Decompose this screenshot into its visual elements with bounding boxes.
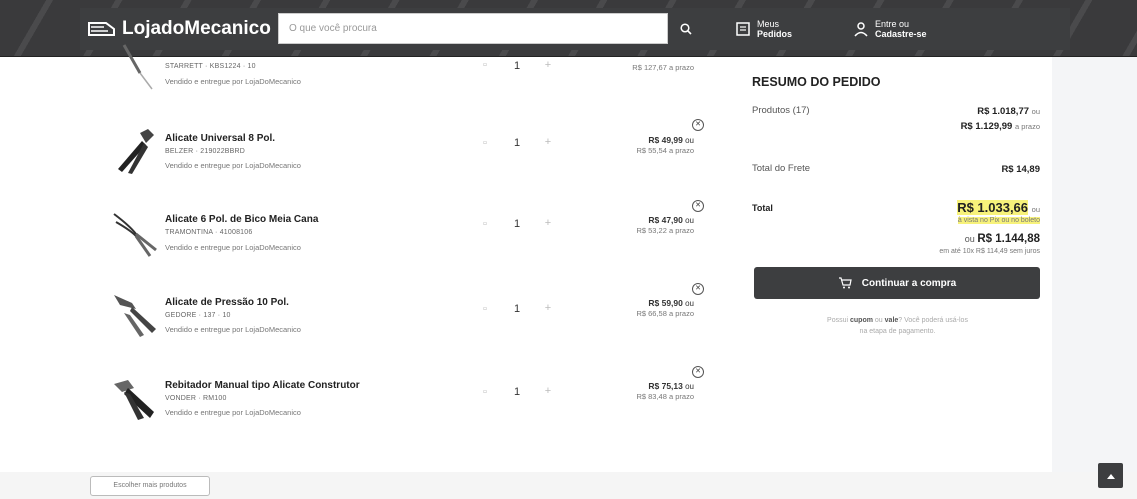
total-installment-note: em até 10x R$ 114,49 sem juros	[939, 248, 1040, 255]
qty-value[interactable]: 1	[510, 303, 524, 315]
product-price-installment: R$ 53,22 a prazo	[636, 226, 694, 235]
products-label: Produtos (17)	[752, 105, 810, 116]
product-price: R$ 59,90 ou	[648, 298, 694, 308]
remove-item-icon[interactable]: ✕	[692, 200, 704, 212]
coupon-hint: Possui cupom ou vale? Você poderá usá-lo…	[827, 317, 968, 335]
price-or: ou	[685, 216, 694, 225]
product-price-installment: R$ 83,48 a prazo	[636, 392, 694, 401]
cart-item: Alicate 6 Pol. de Bico Meia Cana TRAMONT…	[0, 198, 720, 278]
remove-item-icon[interactable]: ✕	[692, 283, 704, 295]
products-value: R$ 1.018,77 ou	[977, 106, 1040, 117]
price-or: ou	[685, 382, 694, 391]
total-alt: ou R$ 1.144,88	[964, 233, 1040, 245]
account-line2: Cadastre-se	[875, 29, 927, 39]
my-orders-link[interactable]: Meus Pedidos	[735, 19, 792, 39]
total-note: à vista no Pix ou no boleto	[957, 217, 1040, 224]
choose-more-products-button[interactable]: Escolher mais produtos	[90, 476, 210, 496]
price-or: ou	[685, 299, 694, 308]
qty-decrease-button[interactable]: ▫	[478, 218, 492, 234]
account-line1: Entre ou	[875, 19, 910, 29]
price-or: ou	[685, 136, 694, 145]
product-seller: Vendido e entregue por LojaDoMecanico	[165, 161, 301, 170]
product-price: R$ 75,13 ou	[648, 381, 694, 391]
qty-increase-button[interactable]: +	[541, 59, 555, 75]
qty-value[interactable]: 1	[510, 386, 524, 398]
product-sku: STARRETT · KBS1224 · 10	[165, 63, 256, 70]
product-name[interactable]: Alicate 6 Pol. de Bico Meia Cana	[165, 214, 318, 225]
summary-title: RESUMO DO PEDIDO	[752, 75, 881, 89]
continue-purchase-button[interactable]: Continuar a compra	[754, 267, 1040, 299]
remove-item-icon[interactable]: ✕	[692, 119, 704, 131]
product-price-installment: R$ 66,58 a prazo	[636, 309, 694, 318]
product-name[interactable]: Alicate Universal 8 Pol.	[165, 133, 275, 144]
page: LojadoMecanico O que você procura Meus P…	[0, 0, 1137, 499]
product-image	[118, 129, 154, 174]
product-seller: Vendido e entregue por LojaDoMecanico	[165, 77, 301, 86]
qty-decrease-button[interactable]: ▫	[478, 59, 492, 75]
product-price: R$ 47,90 ou	[648, 215, 694, 225]
qty-value[interactable]: 1	[510, 137, 524, 149]
cart-item-list: STARRETT · KBS1224 · 10 Vendido e entreg…	[0, 44, 720, 472]
orders-line1: Meus	[757, 19, 780, 29]
product-seller: Vendido e entregue por LojaDoMecanico	[165, 243, 301, 252]
product-seller: Vendido e entregue por LojaDoMecanico	[165, 408, 301, 417]
product-sku: GEDORE · 137 · 10	[165, 312, 231, 319]
qty-increase-button[interactable]: +	[541, 217, 555, 233]
qty-increase-button[interactable]: +	[541, 302, 555, 318]
qty-value[interactable]: 1	[510, 60, 524, 72]
qty-decrease-button[interactable]: ▫	[478, 386, 492, 402]
cart-item: Rebitador Manual tipo Alicate Construtor…	[0, 360, 720, 440]
product-price: R$ 49,99 ou	[648, 135, 694, 145]
orders-line2: Pedidos	[757, 29, 793, 39]
qty-decrease-button[interactable]: ▫	[478, 137, 492, 153]
cart-item: STARRETT · KBS1224 · 10 Vendido e entreg…	[0, 35, 720, 115]
order-summary: RESUMO DO PEDIDO Produtos (17) R$ 1.018,…	[720, 57, 1052, 472]
product-sku: TRAMONTINA · 41008106	[165, 229, 253, 236]
side-panel	[1052, 57, 1137, 472]
shipping-label: Total do Frete	[752, 163, 811, 174]
product-price-installment: R$ 55,54 a prazo	[636, 146, 694, 155]
cart-item: Alicate Universal 8 Pol. BELZER · 219022…	[0, 117, 720, 197]
product-image	[113, 213, 157, 257]
user-icon	[854, 22, 868, 37]
shipping-value: R$ 14,89	[1001, 164, 1040, 175]
scroll-top-button[interactable]	[1098, 463, 1123, 488]
product-name[interactable]: Rebitador Manual tipo Alicate Construtor	[165, 380, 360, 391]
orders-icon	[736, 22, 750, 36]
continue-purchase-label: Continuar a compra	[861, 277, 957, 289]
remove-item-icon[interactable]: ✕	[692, 366, 704, 378]
qty-increase-button[interactable]: +	[541, 385, 555, 401]
product-price-installment: R$ 127,67 a prazo	[632, 63, 694, 72]
qty-value[interactable]: 1	[510, 218, 524, 230]
products-installment: R$ 1.129,99 a prazo	[960, 121, 1040, 132]
product-sku: BELZER · 219022BBRD	[165, 148, 246, 155]
total-value: R$ 1.033,66 ou	[957, 200, 1040, 215]
product-image	[114, 380, 154, 420]
chevron-up-icon	[1106, 473, 1115, 479]
search-icon	[680, 22, 692, 35]
product-seller: Vendido e entregue por LojaDoMecanico	[165, 325, 301, 334]
qty-increase-button[interactable]: +	[541, 136, 555, 152]
cart-icon	[838, 277, 852, 289]
cart-item: Alicate de Pressão 10 Pol. GEDORE · 137 …	[0, 279, 720, 359]
product-image	[122, 44, 153, 90]
account-link[interactable]: Entre ou Cadastre-se	[853, 19, 927, 39]
product-name[interactable]: Alicate de Pressão 10 Pol.	[165, 297, 289, 308]
product-image	[114, 295, 156, 337]
product-sku: VONDER · RM100	[165, 395, 227, 402]
total-label: Total	[752, 203, 773, 213]
qty-decrease-button[interactable]: ▫	[478, 303, 492, 319]
